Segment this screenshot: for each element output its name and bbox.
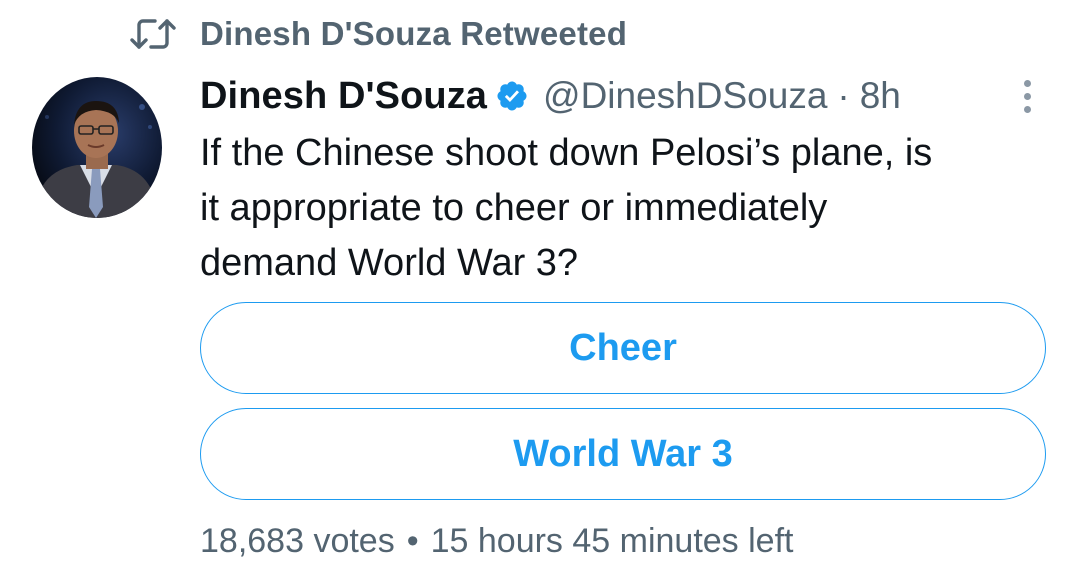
poll-footer: 18,683 votes • 15 hours 45 minutes left	[200, 522, 794, 561]
tweet-text-line: demand World War 3?	[200, 242, 579, 284]
tweet-timestamp[interactable]: 8h	[860, 75, 901, 117]
poll-option-world-war-3-button[interactable]: World War 3	[200, 408, 1046, 500]
tweet-text: If the Chinese shoot down Pelosi’s plane…	[200, 126, 1050, 291]
verified-badge-icon[interactable]	[495, 79, 529, 113]
header-separator: ·	[837, 75, 850, 116]
poll-option-label: World War 3	[513, 432, 733, 475]
author-handle[interactable]: @DineshDSouza	[543, 75, 827, 117]
poll-option-cheer-button[interactable]: Cheer	[200, 302, 1046, 394]
poll-vote-count: 18,683 votes	[200, 522, 395, 560]
poll-time-left: 15 hours 45 minutes left	[430, 522, 794, 560]
retweet-context-label: Dinesh D'Souza Retweeted	[200, 15, 628, 52]
poll-option-label: Cheer	[569, 326, 677, 369]
retweet-context[interactable]: Dinesh D'Souza Retweeted	[130, 12, 627, 56]
retweet-icon	[130, 14, 176, 54]
tweet-header: Dinesh D'Souza @DineshDSouza · 8h	[200, 70, 1050, 122]
avatar[interactable]	[32, 77, 162, 218]
tweet-text-line: If the Chinese shoot down Pelosi’s plane…	[200, 132, 933, 174]
tweet-text-line: it appropriate to cheer or immediately	[200, 187, 828, 229]
more-vertical-icon[interactable]	[1004, 74, 1050, 118]
poll-footer-bullet: •	[406, 522, 419, 560]
author-display-name[interactable]: Dinesh D'Souza	[200, 75, 487, 118]
